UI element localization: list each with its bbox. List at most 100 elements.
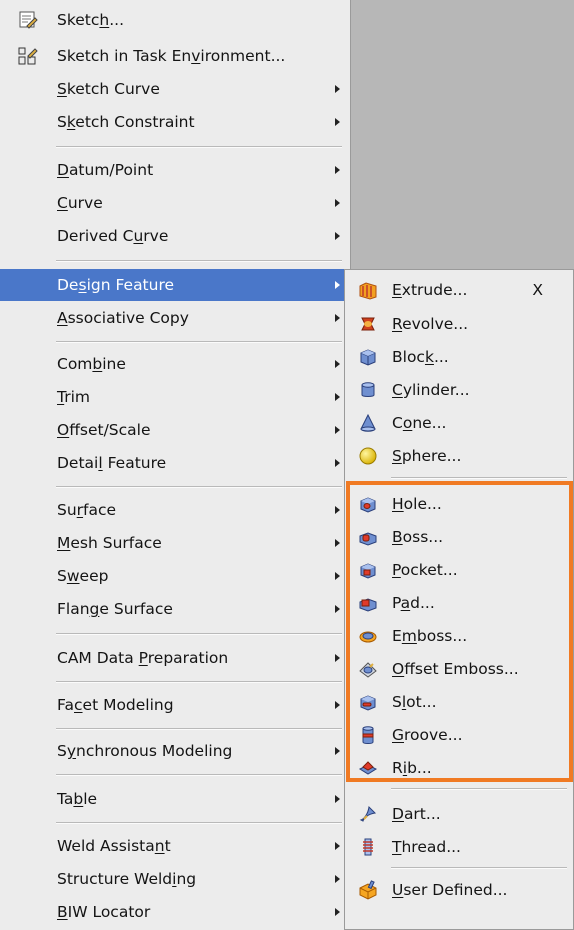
menu-item-pocket[interactable]: Pocket... <box>345 554 573 586</box>
submenu-arrow-icon <box>335 875 340 883</box>
submenu-arrow-icon <box>335 747 340 755</box>
menu-item-label: Rib... <box>392 759 432 777</box>
menu-item-groove[interactable]: Groove... <box>345 719 573 751</box>
menu-item-label: Table <box>57 790 98 808</box>
menu-item-biw-locator[interactable]: BIW Locator <box>0 896 350 928</box>
menu-item-label: Pocket... <box>392 561 458 579</box>
menu-item-offset-emboss[interactable]: Offset Emboss... <box>345 653 573 685</box>
menu-item-structure-welding[interactable]: Structure Welding <box>0 863 350 895</box>
boss-icon <box>358 527 378 547</box>
menu-item-label: Weld Assistant <box>57 837 171 855</box>
menu-item-derived-curve[interactable]: Derived Curve <box>0 220 350 252</box>
design-feature-submenu: Extrude... X Revolve... Block... Cylinder...… <box>344 269 574 930</box>
menu-item-label: Extrude... <box>392 281 468 299</box>
menu-separator <box>56 146 342 148</box>
menu-item-associative-copy[interactable]: Associative Copy <box>0 302 350 334</box>
menu-item-label: Boss... <box>392 528 444 546</box>
extrude-icon <box>358 280 378 300</box>
menu-item-flange-surface[interactable]: Flange Surface <box>0 593 350 625</box>
submenu-arrow-icon <box>335 281 340 289</box>
menu-item-facet-modeling[interactable]: Facet Modeling <box>0 689 350 721</box>
menu-item-label: Surface <box>57 501 117 519</box>
menu-item-sketch-curve[interactable]: Sketch Curve <box>0 73 350 105</box>
menu-item-label: Curve <box>57 194 103 212</box>
emboss-icon <box>358 626 378 646</box>
menu-item-boss[interactable]: Boss... <box>345 521 573 553</box>
menu-item-sphere[interactable]: Sphere... <box>345 440 573 472</box>
menu-item-label: CAM Data Preparation <box>57 649 229 667</box>
dart-icon <box>358 804 378 824</box>
menu-item-surface[interactable]: Surface <box>0 494 350 526</box>
menu-item-sketch-in-task-environment[interactable]: Sketch in Task Environment... <box>0 40 350 72</box>
menu-item-label: Design Feature <box>57 276 175 294</box>
cone-icon <box>358 413 378 433</box>
menu-item-label: Dart... <box>392 805 441 823</box>
menu-item-cam-data-preparation[interactable]: CAM Data Preparation <box>0 642 350 674</box>
menu-item-label: Cone... <box>392 414 447 432</box>
menu-item-label: Block... <box>392 348 449 366</box>
submenu-arrow-icon <box>335 572 340 580</box>
menu-item-design-feature[interactable]: Design Feature <box>0 269 350 301</box>
menu-item-label: BIW Locator <box>57 903 151 921</box>
menu-item-curve[interactable]: Curve <box>0 187 350 219</box>
menu-item-dart[interactable]: Dart... <box>345 798 573 830</box>
menu-item-sketch[interactable]: Sketch... <box>0 4 350 36</box>
menu-item-label: Hole... <box>392 495 442 513</box>
sketch-task-environment-icon <box>18 46 38 66</box>
submenu-arrow-icon <box>335 393 340 401</box>
submenu-arrow-icon <box>335 654 340 662</box>
menu-item-weld-assistant[interactable]: Weld Assistant <box>0 830 350 862</box>
menu-item-label: Cylinder... <box>392 381 470 399</box>
menu-item-table[interactable]: Table <box>0 783 350 815</box>
menu-item-synchronous-modeling[interactable]: Synchronous Modeling <box>0 735 350 767</box>
menu-item-label: Thread... <box>392 838 461 856</box>
menu-item-cone[interactable]: Cone... <box>345 407 573 439</box>
menu-item-emboss[interactable]: Emboss... <box>345 620 573 652</box>
menu-separator <box>56 633 342 635</box>
submenu-arrow-icon <box>335 908 340 916</box>
hole-icon <box>358 494 378 514</box>
submenu-arrow-icon <box>335 118 340 126</box>
menu-separator <box>391 477 567 479</box>
menu-item-revolve[interactable]: Revolve... <box>345 308 573 340</box>
menu-item-label: Offset Emboss... <box>392 660 519 678</box>
menu-item-mesh-surface[interactable]: Mesh Surface <box>0 527 350 559</box>
menu-item-detail-feature[interactable]: Detail Feature <box>0 447 350 479</box>
menu-item-slot[interactable]: Slot... <box>345 686 573 718</box>
menu-item-label: Mesh Surface <box>57 534 162 552</box>
menu-item-offset-scale[interactable]: Offset/Scale <box>0 414 350 446</box>
menu-item-cylinder[interactable]: Cylinder... <box>345 374 573 406</box>
menu-item-extrude[interactable]: Extrude... X <box>345 274 573 306</box>
menu-item-label: Sphere... <box>392 447 462 465</box>
pad-icon <box>358 593 378 613</box>
menu-item-hole[interactable]: Hole... <box>345 488 573 520</box>
submenu-arrow-icon <box>335 85 340 93</box>
submenu-arrow-icon <box>335 232 340 240</box>
menu-item-label: Associative Copy <box>57 309 189 327</box>
submenu-arrow-icon <box>335 199 340 207</box>
main-context-menu: Sketch... Sketch in Task Environment... Sk… <box>0 0 351 930</box>
menu-item-pad[interactable]: Pad... <box>345 587 573 619</box>
menu-item-label: Offset/Scale <box>57 421 151 439</box>
menu-item-label: Trim <box>57 388 90 406</box>
menu-item-label: Sketch Curve <box>57 80 160 98</box>
menu-item-datum-point[interactable]: Datum/Point <box>0 154 350 186</box>
menu-item-label: User Defined... <box>392 881 508 899</box>
cylinder-icon <box>358 380 378 400</box>
menu-item-thread[interactable]: Thread... <box>345 831 573 863</box>
sketch-icon <box>18 10 38 30</box>
menu-item-user-defined[interactable]: User Defined... <box>345 874 573 906</box>
menu-separator <box>56 341 342 343</box>
menu-item-trim[interactable]: Trim <box>0 381 350 413</box>
shortcut-key: X <box>532 281 543 299</box>
menu-separator <box>56 260 342 262</box>
submenu-arrow-icon <box>335 360 340 368</box>
menu-item-block[interactable]: Block... <box>345 341 573 373</box>
menu-item-sketch-constraint[interactable]: Sketch Constraint <box>0 106 350 138</box>
menu-item-sweep[interactable]: Sweep <box>0 560 350 592</box>
rib-icon <box>358 758 378 778</box>
menu-item-combine[interactable]: Combine <box>0 348 350 380</box>
menu-item-label: Detail Feature <box>57 454 167 472</box>
menu-item-rib[interactable]: Rib... <box>345 752 573 784</box>
menu-separator <box>56 728 342 730</box>
